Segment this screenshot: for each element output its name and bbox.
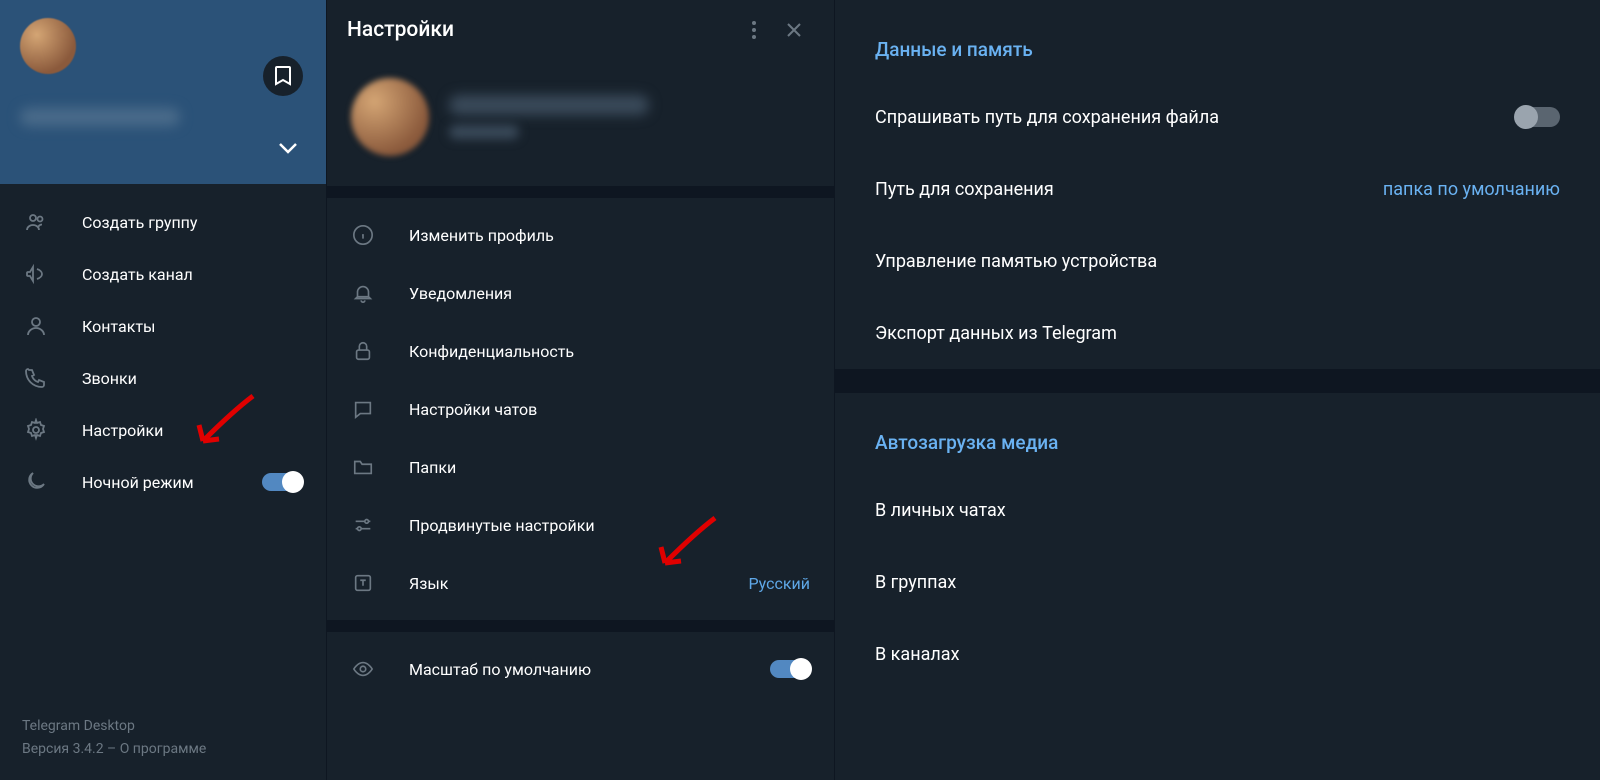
menu-label: Создать канал bbox=[82, 265, 193, 284]
info-icon bbox=[351, 223, 375, 247]
option-autodownload-private[interactable]: В личных чатах bbox=[835, 474, 1600, 546]
settings-label: Язык bbox=[409, 574, 448, 593]
chevron-down-icon bbox=[278, 142, 298, 154]
settings-item-language[interactable]: Язык Русский bbox=[327, 554, 834, 612]
option-save-path[interactable]: Путь для сохранения папка по умолчанию bbox=[835, 153, 1600, 225]
detail-label: Спрашивать путь для сохранения файла bbox=[875, 107, 1219, 128]
lock-icon bbox=[351, 339, 375, 363]
detail-label: Путь для сохранения bbox=[875, 179, 1054, 200]
detail-label: В каналах bbox=[875, 644, 960, 665]
settings-label: Уведомления bbox=[409, 284, 512, 303]
detail-label: В группах bbox=[875, 572, 956, 593]
app-version-footer[interactable]: Telegram Desktop Версия 3.4.2 – О програ… bbox=[0, 701, 326, 780]
settings-label: Изменить профиль bbox=[409, 226, 554, 245]
section-title-data-memory: Данные и память bbox=[835, 0, 1600, 81]
settings-label: Продвинутые настройки bbox=[409, 516, 595, 535]
section-title-autodownload: Автозагрузка медиа bbox=[835, 393, 1600, 474]
option-autodownload-groups[interactable]: В группах bbox=[835, 546, 1600, 618]
menu-item-new-channel[interactable]: Создать канал bbox=[0, 248, 326, 300]
close-button[interactable] bbox=[774, 10, 814, 50]
menu-item-calls[interactable]: Звонки bbox=[0, 352, 326, 404]
bookmark-icon bbox=[274, 66, 292, 86]
menu-item-contacts[interactable]: Контакты bbox=[0, 300, 326, 352]
chat-icon bbox=[351, 397, 375, 421]
settings-title: Настройки bbox=[347, 18, 734, 42]
option-autodownload-channels[interactable]: В каналах bbox=[835, 618, 1600, 690]
settings-item-notifications[interactable]: Уведомления bbox=[327, 264, 834, 322]
detail-value: папка по умолчанию bbox=[1383, 179, 1560, 200]
more-menu-button[interactable] bbox=[734, 10, 774, 50]
profile-header bbox=[0, 0, 326, 184]
menu-item-settings[interactable]: Настройки bbox=[0, 404, 326, 456]
option-ask-save-path[interactable]: Спрашивать путь для сохранения файла bbox=[835, 81, 1600, 153]
gear-icon bbox=[24, 418, 48, 442]
settings-label: Папки bbox=[409, 458, 456, 477]
option-export-data[interactable]: Экспорт данных из Telegram bbox=[835, 297, 1600, 369]
detail-label: Экспорт данных из Telegram bbox=[875, 323, 1117, 344]
divider bbox=[327, 620, 834, 632]
footer-version: Версия 3.4.2 – О программе bbox=[22, 738, 304, 760]
settings-item-default-zoom[interactable]: Масштаб по умолчанию bbox=[327, 640, 834, 698]
moon-icon bbox=[24, 470, 48, 494]
detail-label: В личных чатах bbox=[875, 500, 1006, 521]
folder-icon bbox=[351, 455, 375, 479]
night-mode-toggle[interactable] bbox=[262, 473, 302, 491]
ask-save-path-toggle[interactable] bbox=[1516, 107, 1560, 127]
divider bbox=[835, 369, 1600, 393]
avatar[interactable] bbox=[20, 18, 76, 74]
megaphone-icon bbox=[24, 262, 48, 286]
sliders-icon bbox=[351, 513, 375, 537]
settings-item-chat-settings[interactable]: Настройки чатов bbox=[327, 380, 834, 438]
divider bbox=[327, 186, 834, 198]
menu-label: Настройки bbox=[82, 421, 163, 440]
settings-item-advanced[interactable]: Продвинутые настройки bbox=[327, 496, 834, 554]
option-manage-storage[interactable]: Управление памятью устройства bbox=[835, 225, 1600, 297]
dots-vertical-icon bbox=[752, 21, 756, 39]
person-icon bbox=[24, 314, 48, 338]
group-icon bbox=[24, 210, 48, 234]
settings-value: Русский bbox=[748, 574, 810, 593]
menu-item-night-mode[interactable]: Ночной режим bbox=[0, 456, 326, 508]
settings-label: Конфиденциальность bbox=[409, 342, 574, 361]
user-name-blurred bbox=[449, 95, 649, 115]
menu-label: Контакты bbox=[82, 317, 155, 336]
profile-block[interactable] bbox=[327, 60, 834, 186]
default-zoom-toggle[interactable] bbox=[770, 660, 810, 678]
settings-item-folders[interactable]: Папки bbox=[327, 438, 834, 496]
language-icon bbox=[351, 571, 375, 595]
menu-label: Создать группу bbox=[82, 213, 197, 232]
menu-label: Звонки bbox=[82, 369, 137, 388]
eye-icon bbox=[351, 657, 375, 681]
settings-label: Настройки чатов bbox=[409, 400, 537, 419]
phone-icon bbox=[24, 366, 48, 390]
menu-item-new-group[interactable]: Создать группу bbox=[0, 196, 326, 248]
detail-label: Управление памятью устройства bbox=[875, 251, 1157, 272]
bell-icon bbox=[351, 281, 375, 305]
footer-app-name: Telegram Desktop bbox=[22, 715, 304, 737]
close-icon bbox=[786, 22, 802, 38]
user-name-blurred bbox=[20, 108, 180, 126]
account-chevron[interactable] bbox=[278, 142, 298, 154]
user-phone-blurred bbox=[449, 125, 519, 139]
avatar bbox=[351, 78, 429, 156]
settings-item-edit-profile[interactable]: Изменить профиль bbox=[327, 206, 834, 264]
saved-messages-button[interactable] bbox=[263, 56, 303, 96]
settings-item-privacy[interactable]: Конфиденциальность bbox=[327, 322, 834, 380]
settings-label: Масштаб по умолчанию bbox=[409, 660, 591, 679]
menu-label: Ночной режим bbox=[82, 473, 194, 492]
